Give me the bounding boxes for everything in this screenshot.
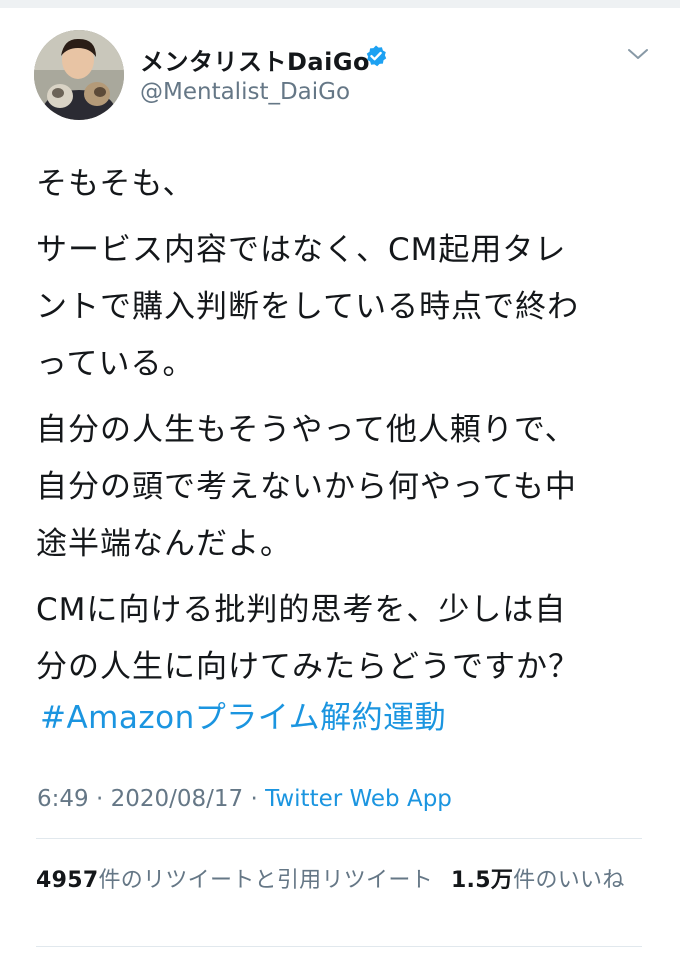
tweet-date[interactable]: 2020/08/17 <box>111 786 244 812</box>
engagement-stats: 4957件のリツイートと引用リツイート 1.5万件のいいね <box>36 862 625 894</box>
source-link[interactable]: Twitter Web App <box>265 786 452 812</box>
hashtag-link[interactable]: #Amazonプライム解約運動 <box>40 696 446 740</box>
tweet-meta: 6:49 · 2020/08/17 · Twitter Web App <box>37 786 452 812</box>
divider <box>36 946 642 947</box>
tweet-text: そもそも、 サービス内容ではなく、CM起用タレ ントで購入判断をしている時点で終… <box>36 156 666 705</box>
tweet-paragraph: サービス内容ではなく、CM起用タレ ントで購入判断をしている時点で終わ っている… <box>36 222 666 393</box>
likes-stat[interactable]: 1.5万件のいいね <box>451 868 625 893</box>
tweet-time[interactable]: 6:49 <box>37 786 89 812</box>
tweet-paragraph: 自分の人生もそうやって他人頼りで、 自分の頭で考えないから何やっても中 途半端な… <box>36 402 666 573</box>
meta-separator: · <box>95 786 104 812</box>
chevron-down-icon[interactable] <box>625 44 651 64</box>
likes-label: 件のいいね <box>513 868 625 893</box>
tweet-line: CMに向ける批判的思考を、少しは自 <box>36 592 567 628</box>
avatar-photo <box>34 30 124 120</box>
tweet-line: 途半端なんだよ。 <box>36 526 292 562</box>
user-handle[interactable]: @Mentalist_DaiGo <box>140 79 350 105</box>
tweet-paragraph: そもそも、 <box>36 156 666 213</box>
tweet-line: 自分の頭で考えないから何やっても中 <box>36 469 577 505</box>
top-divider <box>0 0 680 8</box>
tweet-line: 自分の人生もそうやって他人頼りで、 <box>36 412 577 448</box>
avatar[interactable] <box>34 30 124 120</box>
retweets-stat[interactable]: 4957件のリツイートと引用リツイート <box>36 868 433 893</box>
tweet-line: ントで購入判断をしている時点で終わ <box>36 289 580 325</box>
tweet-line: っている。 <box>36 346 195 382</box>
likes-count: 1.5万 <box>450 868 514 893</box>
tweet-line: サービス内容ではなく、CM起用タレ <box>36 232 567 268</box>
tweet-line: 分の人生に向けてみたらどうですか？ <box>36 649 580 685</box>
retweets-count: 4957 <box>36 868 99 893</box>
display-name[interactable]: メンタリストDaiGo <box>140 42 370 77</box>
verified-badge-icon <box>366 45 387 67</box>
tweet-paragraph: CMに向ける批判的思考を、少しは自 分の人生に向けてみたらどうですか？ <box>36 582 666 696</box>
divider <box>36 838 642 839</box>
meta-separator: · <box>250 786 258 812</box>
tweet-line: そもそも、 <box>36 166 195 202</box>
retweets-label: 件のリツイートと引用リツイート <box>98 868 433 893</box>
